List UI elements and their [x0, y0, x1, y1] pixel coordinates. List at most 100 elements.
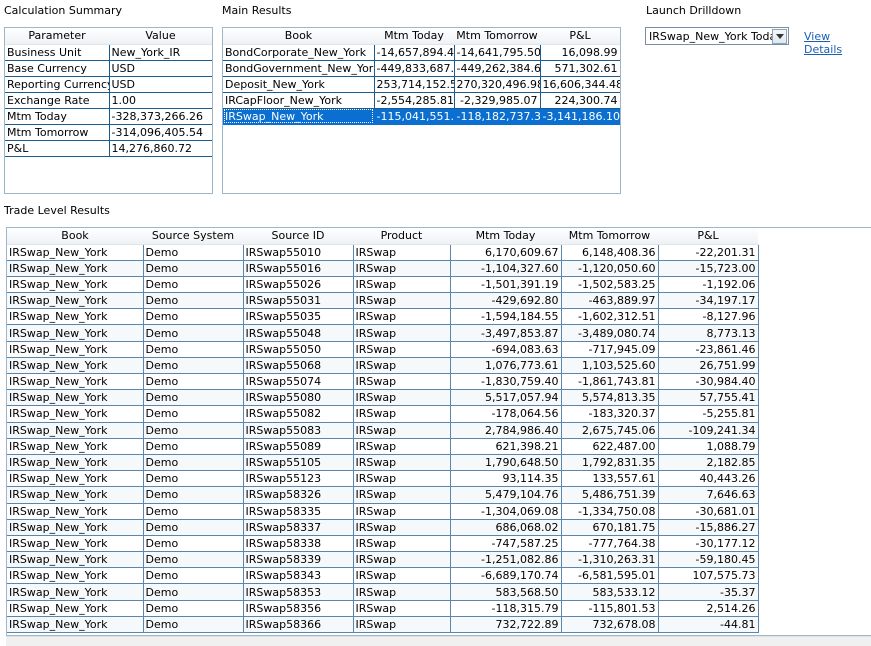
table-cell: 571,302.61	[540, 60, 620, 77]
table-row[interactable]: IRSwap_New_York Demo IRSwap58326 IRSwap 5,47…	[7, 486, 759, 504]
table-row[interactable]: IRSwap_New_York Demo IRSwap55048 IRSwap -3,4…	[7, 324, 759, 342]
table-row[interactable]: IRSwap_New_York Demo IRSwap58353 IRSwap 583,…	[7, 583, 759, 601]
table-row[interactable]: IRSwap_New_York Demo IRSwap55105 IRSwap 1,79…	[7, 454, 759, 472]
column-header[interactable]: Source ID	[243, 228, 353, 245]
table-row[interactable]: IRSwap_New_York Demo IRSwap55083 IRSwap 2,78…	[7, 422, 759, 439]
table-row[interactable]: IRSwap_New_York Demo IRSwap55010 IRSwap 6,17…	[7, 244, 759, 261]
table-cell: 107,575.73	[658, 567, 759, 585]
table-row[interactable]: Exchange Rate 1.00	[5, 92, 212, 109]
table-cell: -2,329,985.07	[454, 92, 541, 109]
table-row[interactable]: IRSwap_New_York Demo IRSwap55068 IRSwap 1,07…	[7, 357, 759, 375]
table-row[interactable]: IRSwap_New_York Demo IRSwap58337 IRSwap 686,…	[7, 519, 759, 536]
table-row[interactable]: IRSwap_New_York Demo IRSwap55082 IRSwap -178…	[7, 405, 759, 423]
table-row[interactable]: Deposit_New_York253,714,152.50270,320,49…	[223, 76, 620, 93]
table-row[interactable]: Mtm Tomorrow -314,096,405.54	[5, 124, 212, 141]
table-row[interactable]: IRSwap_New_York Demo IRSwap55016 IRSwap -1,1…	[7, 260, 759, 277]
table-cell: Demo	[143, 503, 244, 520]
table-row[interactable]: IRSwap_New_York Demo IRSwap58338 IRSwap -747…	[7, 535, 759, 553]
table-cell: -8,127.96	[658, 308, 759, 326]
table-row[interactable]: Mtm Today -328,373,266.26	[5, 108, 212, 125]
column-header[interactable]: Product	[353, 228, 450, 245]
table-row[interactable]: BondCorporate_New_York -14,657,894.49 -14,…	[223, 44, 620, 61]
column-header[interactable]: Value	[109, 28, 212, 45]
table-cell: -777,764.38	[561, 535, 659, 553]
table-cell: 16,606,344.48	[540, 76, 620, 93]
table-cell: IRSwap_New_York	[223, 108, 375, 125]
table-cell: 5,486,751.39	[561, 486, 659, 504]
column-header[interactable]: Parameter	[5, 28, 109, 45]
table-cell: Demo	[143, 438, 244, 455]
table-cell: Deposit_New_York	[223, 76, 375, 93]
table-row[interactable]: IRSwap_New_York Demo IRSwap55080 IRSwap 5,51…	[7, 389, 759, 407]
table-cell: IRSwap	[353, 454, 451, 472]
column-header[interactable]: Source System	[143, 228, 243, 245]
table-cell: Demo	[143, 324, 244, 342]
table-cell: -15,723.00	[658, 260, 759, 277]
table-cell: -14,657,894.49	[374, 44, 455, 61]
table-row[interactable]: IRSwap_New_York Demo IRSwap55035 IRSwap -1,5…	[7, 308, 759, 326]
table-cell: Demo	[143, 616, 244, 634]
table-cell: IRSwap	[353, 535, 451, 553]
table-row[interactable]: IRCapFloor_New_York -2,554,285.81 -2,329,9…	[223, 92, 620, 109]
table-cell: IRSwap	[353, 422, 451, 439]
table-cell: 5,574,813.35	[561, 389, 659, 407]
table-row[interactable]: IRSwap_New_York Demo IRSwap55031 IRSwap -429…	[7, 292, 759, 310]
column-header[interactable]: P&L	[658, 228, 758, 245]
table-cell: 16,098.99	[540, 44, 620, 61]
calc-summary-table: Parameter Value Business Unit New_York_IR B…	[5, 28, 212, 157]
table-cell: IRSwap55123	[243, 470, 354, 488]
table-cell: IRSwap58339	[243, 551, 354, 569]
table-row[interactable]: IRSwap_New_York Demo IRSwap58343 IRSwap -6,6…	[7, 567, 759, 585]
table-cell: -3,141,186.10	[540, 108, 620, 125]
table-cell: -59,180.45	[658, 551, 759, 569]
table-cell: Demo	[143, 389, 244, 407]
table-row[interactable]: Reporting Currency USD	[5, 76, 212, 93]
table-cell: IRSwap_New_York	[7, 244, 144, 261]
horizontal-scrollbar[interactable]	[6, 636, 871, 646]
main-results-table: Book Mtm Today Mtm Tomorrow P&L BondCorpora…	[223, 28, 620, 125]
table-cell: IRSwap_New_York	[7, 519, 144, 536]
table-row[interactable]: IRSwap_New_York Demo IRSwap55050 IRSwap -694…	[7, 341, 759, 358]
column-header[interactable]: Mtm Today	[374, 28, 454, 45]
table-cell: -1,120,050.60	[561, 260, 659, 277]
table-row[interactable]: IRSwap_New_York Demo IRSwap55089 IRSwap 621,…	[7, 438, 759, 455]
table-row[interactable]: IRSwap_New_York Demo IRSwap58366 IRSwap 732,…	[7, 616, 759, 634]
table-cell: IRSwap58343	[243, 567, 354, 585]
table-cell: Demo	[143, 470, 244, 488]
table-row[interactable]: IRSwap_New_York Demo IRSwap58335 IRSwap -1,3…	[7, 503, 759, 520]
drilldown-select[interactable]: IRSwap_New_York Today	[645, 27, 789, 45]
dropdown-button[interactable]	[772, 28, 787, 44]
table-cell: -183,320.37	[561, 405, 659, 423]
table-cell: IRSwap	[353, 357, 451, 375]
table-cell: IRSwap58337	[243, 519, 354, 536]
table-cell: 583,533.12	[561, 583, 659, 601]
column-header[interactable]: Mtm Today	[450, 228, 561, 245]
table-row[interactable]: IRSwap_New_York Demo IRSwap55074 IRSwap -1,8…	[7, 373, 759, 391]
table-cell: 732,678.08	[561, 616, 659, 634]
table-row[interactable]: Business Unit New_York_IR	[5, 44, 212, 61]
table-row[interactable]: IRSwap_New_York Demo IRSwap55026 IRSwap -1,5…	[7, 276, 759, 294]
table-cell: IRSwap55089	[243, 438, 354, 455]
table-row[interactable]: Base Currency USD	[5, 60, 212, 77]
table-row[interactable]: IRSwap_New_York Demo IRSwap58339 IRSwap -1,2…	[7, 551, 759, 569]
table-cell: IRSwap55048	[243, 324, 354, 342]
table-cell: -115,801.53	[561, 600, 659, 617]
table-row[interactable]: P&L 14,276,860.72	[5, 140, 212, 157]
table-cell: IRSwap	[353, 551, 451, 569]
table-row[interactable]: BondGovernment_New_York-449,833,687.25-4…	[223, 60, 620, 77]
table-cell: Demo	[143, 308, 244, 326]
view-details-link[interactable]: View Details	[804, 30, 871, 56]
table-cell: IRSwap55082	[243, 405, 354, 423]
column-header[interactable]: Mtm Tomorrow	[561, 228, 658, 245]
table-cell: IRSwap_New_York	[7, 535, 144, 553]
table-row[interactable]: IRSwap_New_York Demo IRSwap55123 IRSwap 93,1…	[7, 470, 759, 488]
column-header[interactable]: P&L	[540, 28, 620, 45]
column-header[interactable]: Book	[7, 228, 143, 245]
table-row[interactable]: IRSwap_New_York-115,041,551.21-118,182,7…	[223, 108, 620, 125]
table-row[interactable]: IRSwap_New_York Demo IRSwap58356 IRSwap -118…	[7, 600, 759, 617]
column-header[interactable]: Book	[223, 28, 374, 45]
column-header[interactable]: Mtm Tomorrow	[454, 28, 540, 45]
table-cell: 1,792,831.35	[561, 454, 659, 472]
table-cell: Demo	[143, 341, 244, 358]
table-cell: -328,373,266.26	[109, 108, 212, 125]
